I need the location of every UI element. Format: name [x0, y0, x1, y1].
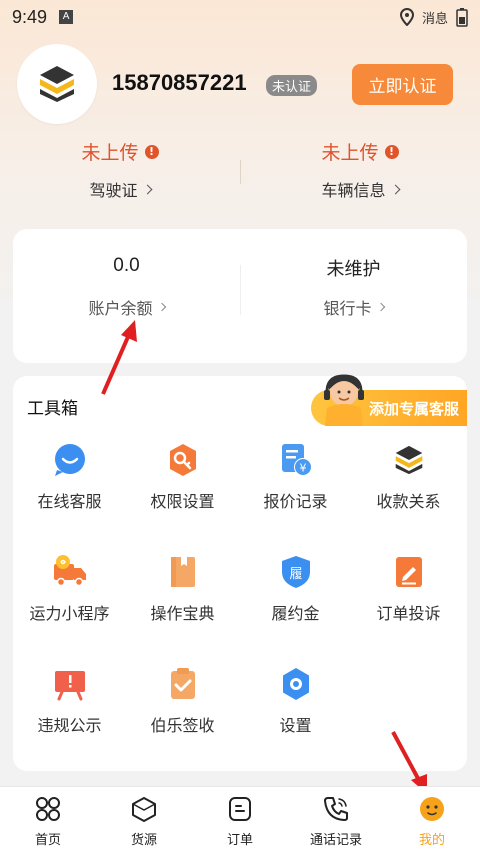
quote-doc-icon: ¥ [281, 444, 312, 476]
gear-icon [282, 668, 309, 700]
customer-service-avatar-icon [324, 374, 364, 426]
logo-icon [40, 66, 74, 102]
book-icon [170, 557, 195, 587]
edit-icon [395, 557, 422, 587]
network-text: 消息 [421, 11, 448, 27]
tool-order-complaint[interactable]: 订单投诉 [352, 554, 465, 624]
tool-label: 履约金 [271, 604, 320, 623]
balance-value: 0.0 [113, 255, 140, 276]
key-icon [169, 444, 196, 476]
account-balance-item[interactable]: 0.0 账户余额 [13, 255, 240, 319]
bottom-nav: 首页 货源 订单 通话记录 我的 [0, 786, 480, 854]
tool-label: 在线客服 [37, 492, 102, 511]
nav-home[interactable]: 首页 [0, 787, 96, 854]
notification-a-icon: A [59, 10, 74, 24]
tool-violation-notice[interactable]: 违规公示 [13, 666, 126, 736]
verify-now-button[interactable]: 立即认证 [352, 64, 453, 105]
chat-bubble-icon [54, 444, 85, 476]
tool-label: 违规公示 [37, 716, 102, 735]
clipboard-check-icon [170, 668, 195, 699]
tool-quote-records[interactable]: ¥ 报价记录 [239, 442, 352, 512]
bank-label-row: 银行卡 [240, 295, 467, 319]
tool-label: 订单投诉 [376, 604, 441, 623]
cs-banner-label: 添加专属客服 [368, 399, 459, 418]
vehicle-info-item[interactable]: 未上传 ! 车辆信息 [240, 138, 480, 201]
nav-label: 货源 [130, 833, 157, 848]
nav-cargo[interactable]: 货源 [96, 787, 192, 854]
avatar[interactable] [17, 44, 97, 124]
tool-label: 伯乐签收 [150, 716, 215, 735]
phone-icon [324, 797, 348, 821]
vehicle-info-label-row: 车辆信息 [240, 177, 480, 201]
order-icon [229, 797, 251, 821]
tool-capacity-miniprogram[interactable]: 运力小程序 [13, 554, 126, 624]
toolbox-card: 工具箱 添加专属客服 在线客服 权限设置 ¥ 报价记录 收款关系 运力小程序 操… [13, 374, 467, 771]
svg-text:履: 履 [289, 567, 302, 582]
account-card: 0.0 账户余额 未维护 银行卡 [13, 229, 467, 363]
balance-label: 账户余额 [88, 299, 153, 318]
status-bar: 9:49 A 消息 [0, 0, 480, 34]
tool-online-service[interactable]: 在线客服 [13, 442, 126, 512]
chevron-right-icon [376, 302, 385, 312]
home-grid-icon [36, 797, 60, 821]
vehicle-info-status-text: 未上传 [321, 142, 379, 164]
shield-icon: 履 [281, 556, 310, 588]
tool-label: 操作宝典 [150, 604, 215, 623]
location-icon [399, 8, 414, 26]
profile-face-icon [420, 797, 444, 821]
driver-license-status: 未上传 ! [81, 138, 159, 165]
driver-license-label: 驾驶证 [89, 181, 138, 200]
nav-call-records[interactable]: 通话记录 [288, 787, 384, 854]
cargo-box-icon [132, 797, 156, 822]
vehicle-info-status: 未上传 ! [321, 138, 399, 165]
tool-label: 收款关系 [376, 492, 441, 511]
driver-license-label-row: 驾驶证 [0, 177, 240, 201]
nav-orders[interactable]: 订单 [192, 787, 288, 854]
tool-label: 运力小程序 [29, 604, 110, 623]
chevron-right-icon [390, 184, 400, 194]
vehicle-info-label: 车辆信息 [321, 181, 386, 200]
status-right: 消息 [399, 7, 468, 27]
tool-payment-relations[interactable]: 收款关系 [352, 442, 465, 512]
tool-bole-receipt[interactable]: 伯乐签收 [126, 666, 239, 736]
warning-icon: ! [144, 144, 159, 159]
nav-label: 我的 [418, 833, 445, 848]
tool-label: 设置 [279, 716, 312, 735]
bank-card-item[interactable]: 未维护 银行卡 [240, 255, 467, 319]
tool-permission-settings[interactable]: 权限设置 [126, 442, 239, 512]
tool-label: 权限设置 [150, 492, 215, 511]
chevron-right-icon [157, 302, 166, 312]
bank-value: 未维护 [326, 259, 381, 280]
annotation-arrow [101, 320, 137, 395]
tool-operation-guide[interactable]: 操作宝典 [126, 554, 239, 624]
warning-icon: ! [384, 144, 399, 159]
svg-text:¥: ¥ [299, 462, 306, 475]
phone-number: 15870857221 [112, 70, 247, 95]
tool-settings[interactable]: 设置 [239, 666, 352, 736]
balance-label-row: 账户余额 [13, 295, 240, 319]
unverified-badge: 未认证 [266, 75, 318, 96]
truck-icon [53, 555, 86, 587]
alert-board-icon [54, 671, 85, 701]
tool-label: 报价记录 [263, 492, 328, 511]
nav-label: 订单 [226, 833, 253, 848]
bank-label: 银行卡 [323, 299, 372, 318]
chevron-right-icon [142, 184, 152, 194]
logo-icon [395, 445, 422, 475]
nav-mine[interactable]: 我的 [384, 787, 480, 854]
nav-label: 首页 [34, 833, 61, 848]
battery-icon [456, 8, 468, 27]
driver-license-status-text: 未上传 [81, 142, 139, 164]
tool-performance-bond[interactable]: 履 履约金 [239, 554, 352, 624]
driver-license-item[interactable]: 未上传 ! 驾驶证 [0, 138, 240, 201]
status-time: 9:49 [12, 6, 48, 27]
toolbox-title: 工具箱 [27, 399, 78, 419]
nav-label: 通话记录 [309, 833, 362, 848]
